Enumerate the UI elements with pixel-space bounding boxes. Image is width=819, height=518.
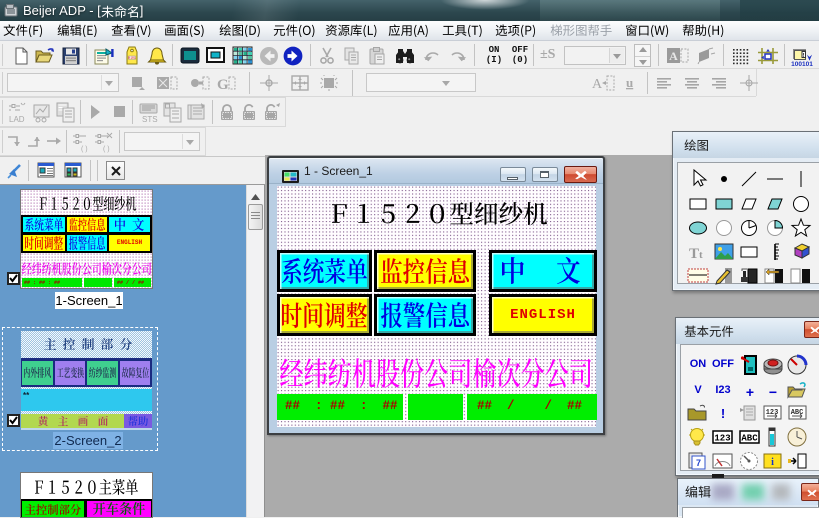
svg-text:A: A	[592, 77, 603, 92]
svg-text:STS: STS	[142, 115, 158, 124]
svg-text:u: u	[626, 75, 633, 90]
svg-text:( ): ( )	[81, 146, 88, 153]
svg-text:T: T	[689, 246, 699, 262]
svg-text:0101: 0101	[128, 56, 136, 60]
svg-text:t: t	[699, 249, 703, 261]
svg-text:123: 123	[714, 434, 730, 444]
svg-text:ABC: ABC	[741, 434, 758, 444]
svg-text:G: G	[217, 77, 229, 92]
svg-text:7: 7	[696, 458, 701, 468]
svg-text:( ): ( )	[103, 146, 110, 153]
svg-text:!: !	[803, 53, 805, 59]
svg-text:LAD: LAD	[9, 115, 25, 124]
svg-text:100101: 100101	[791, 61, 813, 67]
svg-text:i: i	[771, 457, 774, 468]
svg-text:A: A	[669, 49, 678, 63]
